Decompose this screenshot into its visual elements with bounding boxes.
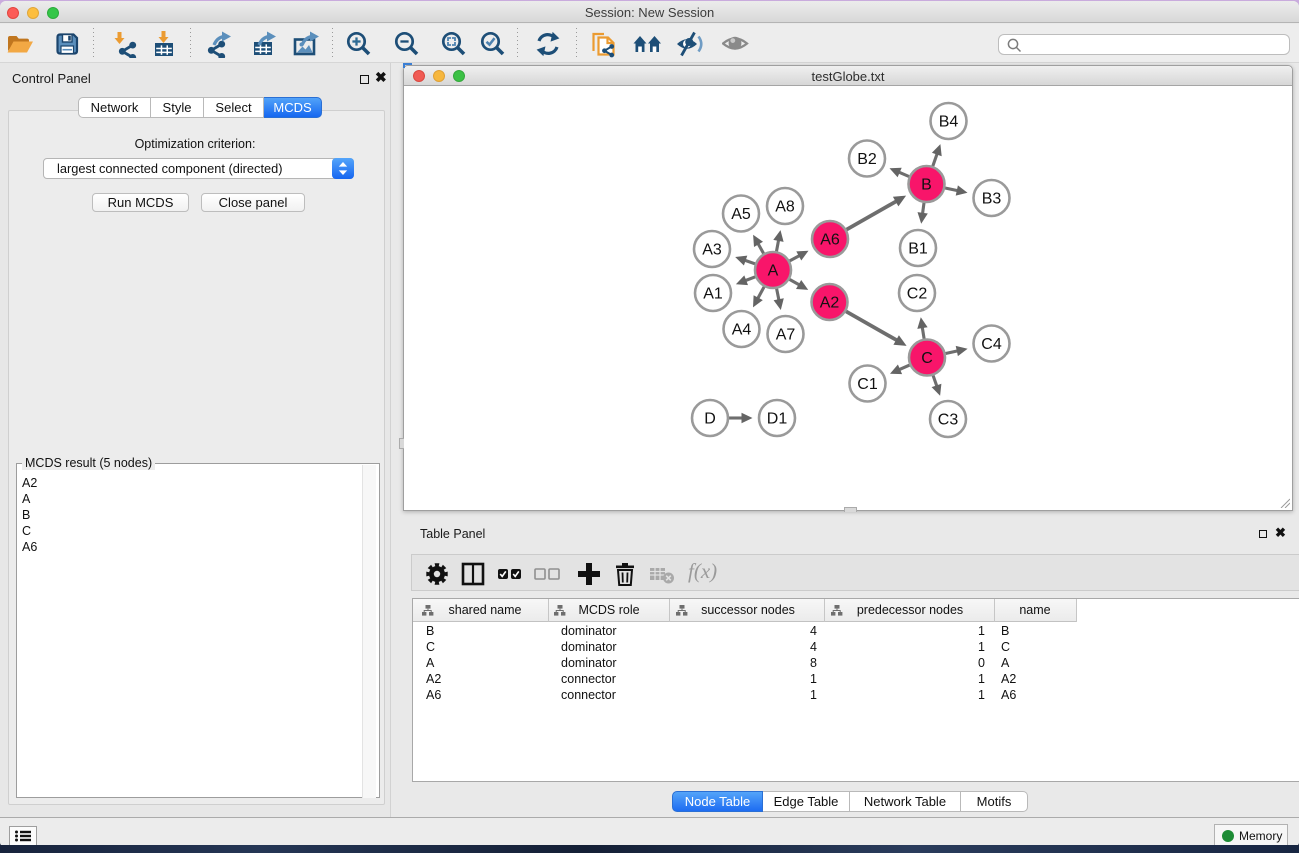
svg-text:A7: A7 (776, 326, 796, 343)
svg-text:D1: D1 (767, 410, 788, 427)
svg-text:C2: C2 (907, 285, 928, 302)
svg-text:A: A (768, 262, 779, 279)
svg-text:C3: C3 (938, 411, 959, 428)
svg-text:A5: A5 (731, 206, 751, 223)
svg-text:C4: C4 (981, 336, 1002, 353)
svg-text:B4: B4 (939, 113, 959, 130)
svg-text:A8: A8 (775, 198, 795, 215)
svg-text:A4: A4 (732, 321, 752, 338)
svg-text:A3: A3 (702, 241, 722, 258)
svg-text:D: D (704, 410, 716, 427)
svg-text:A2: A2 (820, 294, 840, 311)
svg-text:C: C (921, 350, 933, 367)
svg-text:C1: C1 (857, 376, 878, 393)
svg-text:B1: B1 (908, 240, 928, 257)
svg-text:B: B (921, 176, 932, 193)
svg-text:B3: B3 (982, 190, 1002, 207)
svg-text:A6: A6 (820, 231, 840, 248)
svg-text:B2: B2 (857, 151, 877, 168)
svg-text:A1: A1 (703, 285, 723, 302)
